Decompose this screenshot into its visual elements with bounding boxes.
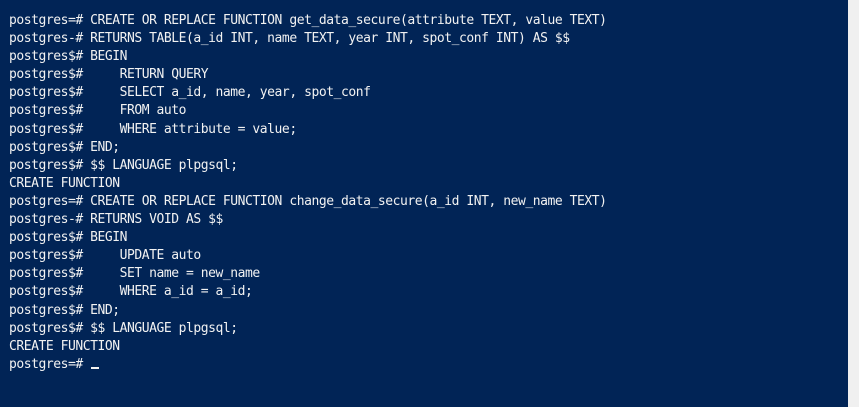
terminal-line: postgres$# WHERE attribute = value;	[9, 121, 297, 137]
terminal-line: postgres$# WHERE a_id = a_id;	[9, 284, 253, 300]
terminal-line: postgres=# CREATE OR REPLACE FUNCTION ge…	[9, 13, 607, 28]
terminal-line: postgres$# FROM auto	[9, 103, 187, 119]
terminal-line: postgres-# RETURNS TABLE(a_id INT, name …	[9, 31, 570, 47]
terminal-line: postgres$# BEGIN	[9, 230, 128, 246]
terminal-line: postgres$# END;	[9, 139, 120, 155]
terminal-prompt: postgres=#	[9, 356, 91, 372]
text-cursor	[91, 366, 100, 369]
terminal-line: postgres$# UPDATE auto	[9, 248, 201, 264]
terminal-line: CREATE FUNCTION	[9, 338, 120, 354]
terminal-line: postgres$# SELECT a_id, name, year, spot…	[9, 85, 371, 101]
terminal-line: postgres$# RETURN QUERY	[9, 67, 209, 83]
terminal-line: postgres$# $$ LANGUAGE plpgsql;	[9, 320, 238, 336]
terminal-line: postgres$# END;	[9, 302, 120, 318]
scrollbar-gutter[interactable]	[848, 0, 859, 407]
terminal-line: postgres$# SET name = new_name	[9, 266, 260, 282]
terminal-line: postgres$# $$ LANGUAGE plpgsql;	[9, 157, 238, 173]
terminal-line: CREATE FUNCTION	[9, 175, 120, 191]
terminal-prompt-line[interactable]: postgres=#	[9, 356, 607, 374]
terminal-line: postgres$# BEGIN	[9, 49, 128, 65]
terminal-line: postgres=# CREATE OR REPLACE FUNCTION ch…	[9, 193, 607, 209]
terminal-line: postgres-# RETURNS VOID AS $$	[9, 212, 223, 228]
terminal-window[interactable]: postgres=# CREATE OR REPLACE FUNCTION ge…	[0, 0, 848, 407]
terminal-output: postgres=# CREATE OR REPLACE FUNCTION ge…	[9, 12, 607, 374]
